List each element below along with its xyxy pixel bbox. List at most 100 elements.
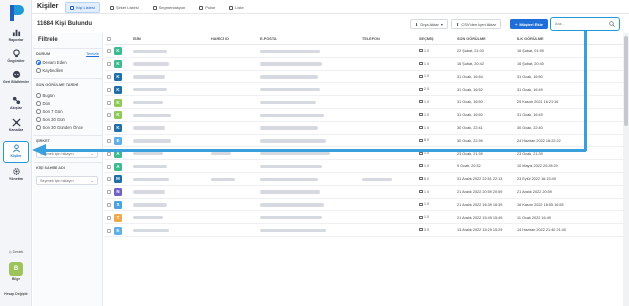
last-seen-option[interactable]: Bugün (36, 93, 55, 98)
table-row[interactable]: K 1 0 30 Ocak, 22:41 30 Ocak, 22:40 (105, 122, 623, 135)
row-checkbox[interactable] (107, 100, 111, 105)
row-checkbox[interactable] (107, 126, 111, 131)
tab-pulse[interactable]: Pulse (195, 2, 219, 13)
rail-item-label: Kişiler (10, 154, 22, 158)
table-row[interactable]: S 1 0 21 Aralık 2022 16:39 16:39 16 Kasım 2… (105, 199, 623, 212)
rail-item-reports[interactable]: Raporlar (0, 28, 32, 42)
agent-select[interactable]: Seçmek için tıklayın ⌄ (36, 176, 98, 185)
row-checkbox[interactable] (107, 49, 111, 54)
last-seen-option[interactable]: Son 30 Günden Önce (36, 125, 83, 130)
column-header-email[interactable]: E-POSTA (260, 37, 277, 41)
row-checkbox[interactable] (107, 164, 111, 169)
radio-icon (36, 93, 41, 98)
column-header-external-id[interactable]: HARİCİ ID (211, 37, 229, 41)
redacted-name (133, 49, 167, 53)
table-row[interactable]: A 1 0 9 Ocak, 20:32 10 Mayıs 2022 20:28:29 (105, 160, 623, 173)
avatar: B (9, 262, 23, 276)
row-checkbox[interactable] (107, 215, 111, 220)
status-option-lost[interactable]: Kaybedilen (36, 68, 63, 73)
row-checkbox[interactable] (107, 87, 111, 92)
status-option-active[interactable]: Devam Eden (36, 60, 67, 65)
row-checkbox[interactable] (107, 190, 111, 195)
row-checkbox[interactable] (107, 74, 111, 79)
rail-item-channels[interactable]: Kanallar (0, 118, 32, 132)
help-link[interactable]: ◎ Destek (0, 250, 32, 254)
redacted-email (260, 215, 322, 220)
column-header-name[interactable]: İSİM (133, 37, 141, 41)
table-row[interactable]: K 1 0 16 Şubat, 20:42 16 Şubat, 20:40 (105, 58, 623, 71)
account-avatar[interactable]: B Bilge (0, 262, 32, 281)
scrollbar-thumb[interactable] (624, 36, 628, 126)
row-checkbox[interactable] (107, 228, 111, 233)
row-checkbox[interactable] (107, 151, 111, 156)
first-seen-cell: 16 Şubat, 01:59 (517, 49, 544, 54)
flow-icon (12, 96, 20, 105)
redacted-name (133, 87, 167, 92)
tab-company-list[interactable]: Şirket Listesi (106, 2, 143, 13)
redacted-email (260, 49, 320, 53)
column-header-first-seen[interactable]: İLK GÖRÜLME (517, 37, 544, 41)
rail-item-insights[interactable]: Öngörüler (0, 49, 32, 63)
tab-contact-list[interactable]: Kişi Listesi (65, 2, 100, 13)
search-field[interactable] (550, 17, 620, 31)
column-header-phone[interactable]: TELEFON (362, 37, 380, 41)
rail-item-label: Geri Bildirimler (3, 80, 29, 84)
rail-item-flows[interactable]: Akışlar (0, 96, 32, 110)
table-row[interactable]: K 1 0 22 Şubat, 21:00 16 Şubat, 01:59 (105, 45, 623, 58)
redacted-email (260, 164, 322, 169)
account-name: Bilge (11, 277, 21, 281)
selection-count: 3 0 (419, 228, 429, 232)
csv-import-button[interactable]: ⬆ CSV'den İçeri Aktar (451, 19, 501, 29)
rail-item-admin[interactable]: Yönetim (0, 167, 32, 181)
last-seen-filter-label: SON GÖRÜLME TARİHİ (36, 83, 79, 87)
rail-item-feedback[interactable]: Geri Bildirimler (0, 70, 32, 84)
table-row[interactable]: K 2 0 31 Ocak, 16:52 31 Ocak, 16:49 (105, 83, 623, 97)
row-checkbox[interactable] (107, 113, 111, 118)
last-seen-option[interactable]: Son 7 Gün (36, 109, 63, 114)
last-seen-cell: 23 Ocak, 21:39 (457, 151, 483, 156)
table-row[interactable]: M 6 0 31 Aralık 2022 22:51 22:13 23 Eylül 2… (105, 173, 623, 186)
redacted-name (133, 228, 169, 233)
table-row[interactable]: K 1 0 31 Ocak, 16:50 29 Kasım 2021 16:21:16 (105, 96, 623, 109)
search-input[interactable] (555, 21, 605, 26)
table-row[interactable]: T 1 0 21 Aralık 2022 15:49 15:49 11 Ocak 20… (105, 211, 623, 225)
export-button[interactable]: ⬇ Dışa Aktar ▾ (410, 19, 448, 29)
add-customer-button[interactable]: + Müşteri Ekle (510, 19, 548, 29)
last-seen-option[interactable]: Dün (36, 101, 50, 106)
row-checkbox[interactable] (107, 202, 111, 207)
row-checkbox[interactable] (107, 138, 111, 143)
redacted-email (260, 100, 316, 105)
column-header-last-seen[interactable]: SON GÖRÜLME (457, 37, 486, 41)
row-checkbox[interactable] (107, 177, 111, 182)
table-row[interactable]: E 6 0 30 Ocak, 22:39 24 Haziran 2022 18:22:… (105, 135, 623, 148)
selection-count: 6 0 (419, 177, 429, 181)
pulse-icon (199, 5, 204, 10)
redacted-name (133, 203, 167, 207)
tab-list[interactable]: Liste (225, 2, 247, 13)
table-row[interactable]: N 1 0 21 Aralık 2022 20:59 20:59 21 Aralık … (105, 186, 623, 199)
table-scrollbar[interactable] (623, 33, 629, 306)
last-seen-cell: 31 Ocak, 16:54 (457, 74, 483, 79)
redacted-email (260, 113, 324, 117)
clear-filter-link[interactable]: Temizle (86, 52, 99, 56)
table-row[interactable]: E 3 0 13 Aralık 2022 15:29 15:29 14 Haziran… (105, 224, 623, 237)
column-header-selected[interactable]: SEÇMİŞ (419, 37, 434, 41)
table-row[interactable]: K 1 0 31 Ocak, 16:54 31 Ocak, 16:50 (105, 71, 623, 84)
selection-count: 1 0 (419, 190, 429, 194)
tab-segmentation[interactable]: Segmentasyon (149, 2, 190, 13)
redacted-email (260, 151, 330, 156)
segment-icon (152, 5, 157, 10)
selection-count: 1 0 (419, 100, 429, 104)
row-checkbox[interactable] (107, 62, 111, 67)
switch-account-button[interactable]: Hesap Değiştir (0, 292, 32, 296)
last-seen-option[interactable]: Son 30 Gün (36, 117, 65, 122)
agent-filter-label: KİŞİ SAHİBİ ADI (36, 166, 65, 170)
select-all-checkbox[interactable] (107, 37, 111, 41)
chat-icon (419, 151, 423, 155)
chat-icon (419, 177, 423, 181)
table-row[interactable]: K 1 0 31 Ocak, 16:50 31 Ocak, 16:49 (105, 109, 623, 122)
rail-item-contacts[interactable]: Kişiler (3, 141, 29, 163)
chevron-down-icon: ▾ (440, 21, 443, 27)
redacted-name (133, 126, 165, 130)
redacted-name (133, 177, 169, 181)
